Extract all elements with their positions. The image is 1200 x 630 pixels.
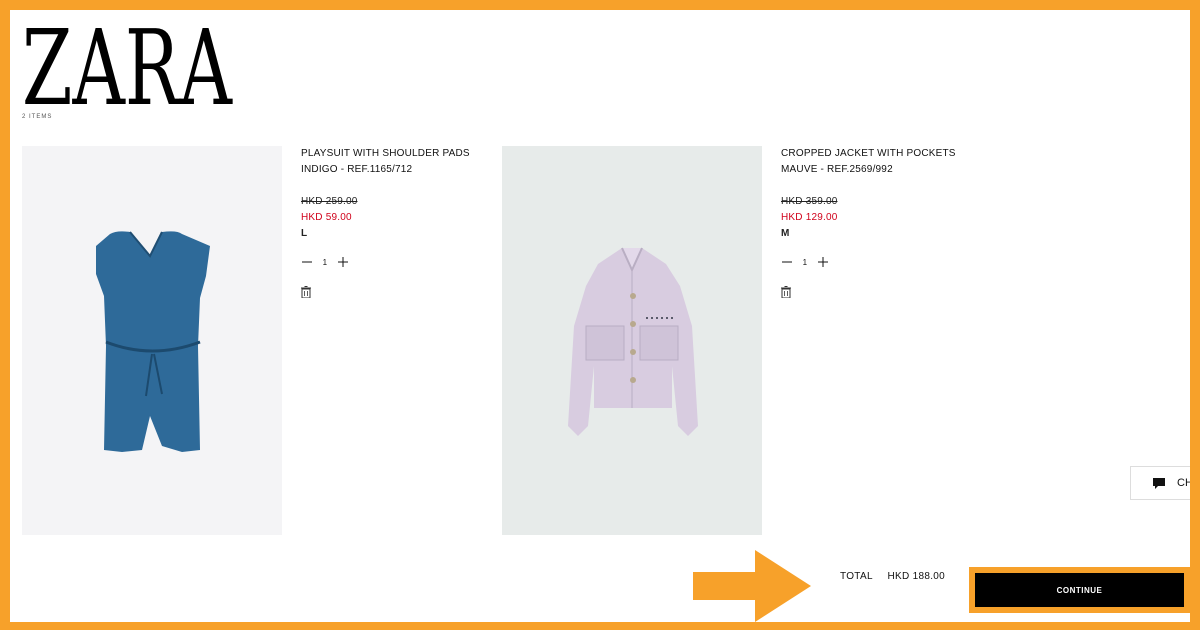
product-name[interactable]: PLAYSUIT WITH SHOULDER PADS (301, 146, 501, 162)
product-size: L (301, 228, 308, 239)
cart-page: ZARA 2 ITEMS PLAYSUIT WITH SHOULDER PADS… (10, 10, 1190, 622)
product-variant: INDIGO - REF.1165/712 (301, 164, 413, 175)
decrease-quantity-button[interactable] (301, 254, 313, 270)
quantity-value[interactable]: 1 (793, 258, 817, 267)
cart-item-playsuit: PLAYSUIT WITH SHOULDER PADS INDIGO - REF… (301, 146, 501, 300)
trash-icon (301, 286, 311, 299)
total-label: TOTAL (840, 571, 873, 582)
total-amount: HKD 188.00 (887, 571, 946, 582)
continue-highlight: CONTINUE (969, 567, 1190, 613)
remove-item-button[interactable] (301, 286, 315, 300)
annotation-arrow-icon (693, 550, 811, 622)
remove-item-button[interactable] (781, 286, 795, 300)
zara-logo[interactable]: ZARA (22, 16, 237, 108)
decrease-quantity-button[interactable] (781, 254, 793, 270)
trash-icon (781, 286, 791, 299)
quantity-stepper: 1 (781, 254, 981, 270)
increase-quantity-button[interactable] (817, 254, 829, 270)
sale-price: HKD 129.00 (781, 212, 838, 223)
chat-button[interactable]: CH (1130, 466, 1190, 500)
chat-bubble-icon (1153, 478, 1165, 489)
original-price: HKD 359.00 (781, 196, 838, 207)
quantity-stepper: 1 (301, 254, 501, 270)
product-image-playsuit[interactable] (22, 146, 282, 535)
quantity-value[interactable]: 1 (313, 258, 337, 267)
cart-item-jacket: CROPPED JACKET WITH POCKETS MAUVE - REF.… (781, 146, 981, 300)
continue-button[interactable]: CONTINUE (975, 573, 1184, 607)
product-name[interactable]: CROPPED JACKET WITH POCKETS (781, 146, 981, 162)
plus-icon (818, 257, 828, 267)
minus-icon (782, 261, 792, 263)
original-price: HKD 259.00 (301, 196, 358, 207)
item-count: 2 ITEMS (22, 114, 53, 120)
increase-quantity-button[interactable] (337, 254, 349, 270)
plus-icon (338, 257, 348, 267)
logo-text: ZARA (22, 16, 233, 108)
order-total: TOTAL HKD 188.00 (840, 571, 945, 582)
chat-label: CH (1177, 477, 1190, 489)
product-image-jacket[interactable] (502, 146, 762, 535)
minus-icon (302, 261, 312, 263)
product-variant: MAUVE - REF.2569/992 (781, 164, 893, 175)
sale-price: HKD 59.00 (301, 212, 352, 223)
product-size: M (781, 228, 790, 239)
